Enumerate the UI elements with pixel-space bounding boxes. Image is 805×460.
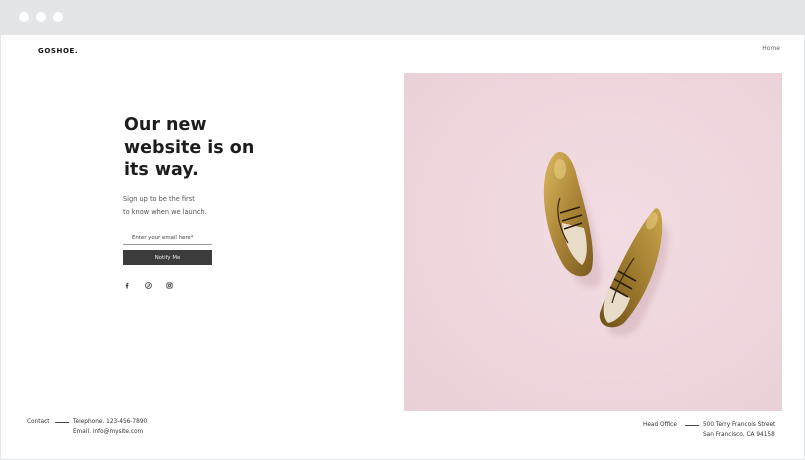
page-headline: Our new website is on its way. <box>124 115 255 180</box>
window-dot-3 <box>53 12 63 22</box>
signup-subtext: Sign up to be the first to know when we … <box>123 195 207 216</box>
window-dot-1 <box>19 12 29 22</box>
browser-chrome <box>0 0 805 35</box>
pinterest-icon[interactable] <box>144 281 153 290</box>
nav-home-link[interactable]: Home <box>762 45 780 52</box>
gold-shoes-illustration <box>543 152 669 337</box>
office-address-line1: 500 Terry Francois Street <box>703 422 776 428</box>
site-logo[interactable]: GOSHOE. <box>38 47 78 55</box>
head-office-label: Head Office <box>643 422 677 428</box>
email-input[interactable] <box>123 232 212 245</box>
contact-telephone: Telephone. 123-456-7890 <box>73 419 148 425</box>
contact-divider <box>55 422 69 423</box>
notify-me-button[interactable]: Notify Me <box>123 250 212 265</box>
contact-label: Contact <box>27 419 50 425</box>
instagram-icon[interactable] <box>165 281 174 290</box>
office-address-line2: San Francisco, CA 94158 <box>703 432 775 438</box>
hero-image <box>404 73 782 411</box>
page: GOSHOE. Home Our new website is on its w… <box>1 35 804 459</box>
contact-email[interactable]: Email. info@mysite.com <box>73 429 143 435</box>
window-dot-2 <box>36 12 46 22</box>
office-divider <box>685 425 699 426</box>
facebook-icon[interactable] <box>123 281 132 290</box>
